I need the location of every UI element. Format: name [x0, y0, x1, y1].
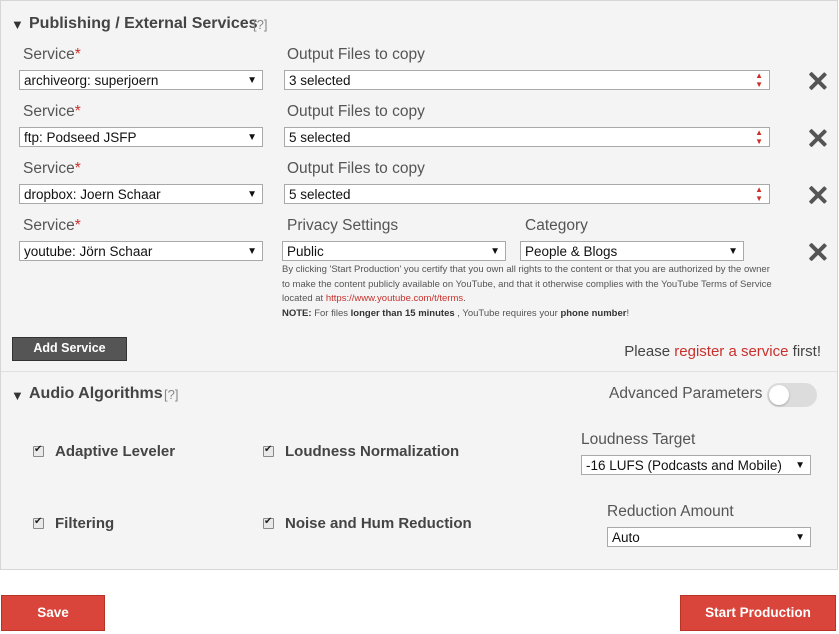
chevron-down-icon: ▼ [247, 132, 257, 143]
output-files-label: Output Files to copy [287, 160, 425, 177]
settings-panel: ▼ Publishing / External Services [?] Ser… [0, 0, 838, 570]
spinner-arrows-icon: ▲ ▼ [755, 71, 763, 89]
loudness-target-select[interactable]: -16 LUFS (Podcasts and Mobile) ▼ [581, 455, 811, 475]
register-service-link[interactable]: register a service [674, 343, 788, 360]
service-label: Service* [23, 217, 81, 234]
collapse-audio-icon[interactable]: ▼ [11, 388, 24, 403]
service-label: Service* [23, 46, 81, 63]
chevron-down-icon: ▼ [795, 460, 805, 471]
add-service-button[interactable]: Add Service [12, 337, 127, 361]
chevron-down-icon: ▼ [728, 246, 738, 257]
publishing-title: Publishing / External Services [29, 15, 258, 32]
save-button[interactable]: Save [1, 595, 105, 631]
chevron-down-icon: ▼ [247, 189, 257, 200]
chevron-down-icon: ▼ [795, 532, 805, 543]
audio-help-link[interactable]: [?] [164, 387, 178, 402]
loudness-normalization-checkbox[interactable] [263, 444, 274, 457]
remove-service-dropbox-close-icon[interactable] [807, 185, 827, 205]
advanced-parameters-label: Advanced Parameters [609, 385, 763, 402]
loudness-target-label: Loudness Target [581, 431, 696, 448]
section-divider [1, 371, 837, 372]
publishing-help-link[interactable]: [?] [253, 17, 267, 32]
output-files-label: Output Files to copy [287, 103, 425, 120]
output-files-label: Output Files to copy [287, 46, 425, 63]
remove-service-archiveorg-close-icon[interactable] [807, 71, 827, 91]
output-files-select-ftp[interactable]: 5 selected ▲ ▼ [284, 127, 770, 147]
spinner-arrows-icon: ▲ ▼ [755, 128, 763, 146]
service-select-archiveorg[interactable]: archiveorg: superjoern ▼ [19, 70, 263, 90]
service-select-dropbox[interactable]: dropbox: Joern Schaar ▼ [19, 184, 263, 204]
audio-title: Audio Algorithms [29, 385, 163, 402]
service-label: Service* [23, 160, 81, 177]
advanced-parameters-toggle[interactable] [767, 383, 817, 407]
remove-service-ftp-close-icon[interactable] [807, 128, 827, 148]
reduction-amount-select[interactable]: Auto ▼ [607, 527, 811, 547]
adaptive-leveler-label: Adaptive Leveler [55, 443, 176, 460]
privacy-settings-label: Privacy Settings [287, 217, 399, 234]
loudness-normalization-label: Loudness Normalization [285, 443, 460, 460]
toggle-knob [769, 385, 789, 405]
chevron-down-icon: ▼ [247, 246, 257, 257]
youtube-disclaimer: By clicking 'Start Production' you certi… [282, 264, 772, 319]
start-production-button[interactable]: Start Production [680, 595, 836, 631]
noise-reduction-checkbox[interactable] [263, 516, 274, 529]
noise-reduction-label: Noise and Hum Reduction [285, 515, 472, 532]
chevron-down-icon: ▼ [490, 246, 500, 257]
youtube-terms-link[interactable]: https://www.youtube.com/t/terms [326, 293, 463, 304]
filtering-label: Filtering [55, 515, 115, 532]
chevron-down-icon: ▼ [247, 75, 257, 86]
remove-service-youtube-close-icon[interactable] [807, 242, 827, 262]
service-select-youtube[interactable]: youtube: Jörn Schaar ▼ [19, 241, 263, 261]
category-select[interactable]: People & Blogs ▼ [520, 241, 744, 261]
output-files-select-dropbox[interactable]: 5 selected ▲ ▼ [284, 184, 770, 204]
service-select-ftp[interactable]: ftp: Podseed JSFP ▼ [19, 127, 263, 147]
adaptive-leveler-checkbox[interactable] [33, 444, 44, 457]
spinner-arrows-icon: ▲ ▼ [755, 185, 763, 203]
output-files-select-archiveorg[interactable]: 3 selected ▲ ▼ [284, 70, 770, 90]
reduction-amount-label: Reduction Amount [607, 503, 734, 520]
collapse-publishing-icon[interactable]: ▼ [11, 17, 24, 32]
privacy-settings-select[interactable]: Public ▼ [282, 241, 506, 261]
category-label: Category [525, 217, 588, 234]
register-service-notice: Please register a service first! [624, 343, 821, 360]
service-label: Service* [23, 103, 81, 120]
filtering-checkbox[interactable] [33, 516, 44, 529]
